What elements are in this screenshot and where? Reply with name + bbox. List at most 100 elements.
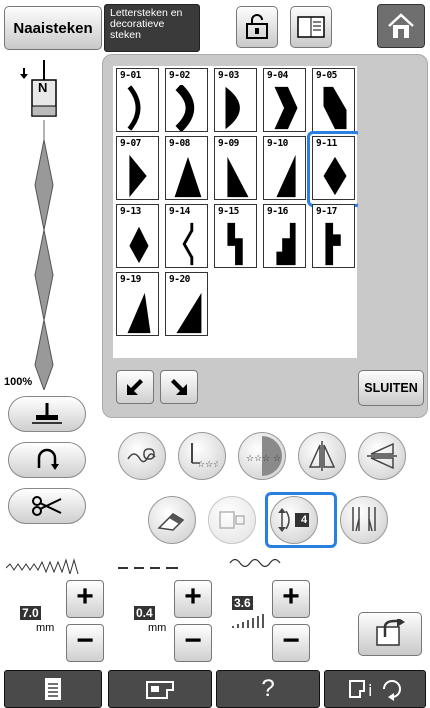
length-value: 0.4: [134, 604, 155, 622]
close-button-label: SLUITEN: [364, 381, 418, 395]
help-button[interactable]: ?: [216, 670, 320, 708]
stitch-cell[interactable]: 9-05: [312, 68, 355, 132]
stitch-number: 9-09: [218, 138, 239, 149]
stitch-cell[interactable]: 9-13: [116, 204, 159, 268]
stitch-pattern-icon: [175, 85, 195, 131]
foot-letter: N: [38, 80, 48, 95]
length-value-text: 0.4: [134, 606, 155, 620]
stitch-cell[interactable]: 9-16: [263, 204, 306, 268]
twin-needle-icon: [352, 507, 376, 532]
document-icon: [45, 678, 61, 700]
stitch-cell[interactable]: 9-17: [312, 204, 355, 268]
length-unit: mm: [148, 622, 167, 634]
close-button[interactable]: SLUITEN: [358, 370, 424, 406]
settings-button[interactable]: [4, 670, 102, 708]
needle-star-button[interactable]: ☆☆☆: [178, 432, 226, 480]
tab-naaisteken[interactable]: Naaisteken: [4, 6, 102, 50]
mirror-vertical-icon: [308, 441, 336, 471]
length-increase-button[interactable]: +: [174, 580, 212, 618]
stitch-number: 9-17: [316, 206, 337, 217]
tension-value: 3.6: [232, 594, 253, 612]
manual-icon: [297, 16, 325, 38]
stitch-number: 9-05: [316, 70, 337, 81]
arrow-down-right-icon: [171, 379, 187, 395]
star-toggle-button[interactable]: ☆☆☆ ☆: [238, 432, 286, 480]
stitch-cell[interactable]: 9-09: [214, 136, 257, 200]
length-decrease-button[interactable]: −: [174, 624, 212, 662]
stitch-pattern-icon: [174, 156, 202, 198]
mirror-horizontal-button[interactable]: [358, 432, 406, 480]
memory-button[interactable]: [358, 612, 422, 656]
tension-increase-button[interactable]: +: [272, 580, 310, 618]
presser-foot-button[interactable]: [8, 396, 86, 432]
scissors-icon: [32, 496, 62, 516]
elongation-button[interactable]: [208, 496, 256, 544]
stitch-cell[interactable]: 9-02: [165, 68, 208, 132]
stitch-pattern-icon: [276, 222, 296, 266]
stitch-pattern-icon: [276, 154, 296, 198]
tension-decrease-button[interactable]: −: [272, 624, 310, 662]
sewing-machine-icon: [146, 681, 174, 699]
length-indicator-icon: [118, 560, 180, 578]
presser-foot-indicator: N: [18, 60, 70, 120]
scroll-up-button[interactable]: [116, 370, 154, 404]
stitch-pattern-icon: [182, 222, 194, 266]
stitch-number: 9-15: [218, 206, 239, 217]
tab-lettersteken[interactable]: Lettersteken en decoratieve steken: [104, 4, 200, 52]
stitch-number: 9-10: [267, 138, 288, 149]
half-star-icon: ☆☆☆ ☆: [246, 436, 282, 476]
home-button[interactable]: [377, 4, 425, 48]
tension-bar-icon: [230, 612, 270, 635]
stitch-pattern-icon: [274, 86, 298, 130]
width-increase-button[interactable]: +: [66, 580, 104, 618]
stitch-cell[interactable]: 9-20: [165, 272, 208, 336]
presser-foot-icon: [32, 403, 62, 424]
eraser-icon: [157, 513, 185, 531]
tension-value-text: 3.6: [232, 596, 253, 610]
twin-needle-button[interactable]: [340, 496, 388, 544]
stitch-number: 9-16: [267, 206, 288, 217]
stitch-pattern-icon: [227, 222, 243, 266]
stitch-cell[interactable]: 9-14: [165, 204, 208, 268]
stitch-cell[interactable]: 9-15: [214, 204, 257, 268]
stitch-preview: [18, 120, 70, 392]
width-value: 7.0: [20, 604, 41, 622]
svg-text:☆☆☆ ☆: ☆☆☆ ☆: [246, 454, 281, 464]
lock-icon: [246, 14, 268, 39]
pocket-arrow-icon: [376, 619, 405, 646]
stitch-cell[interactable]: 9-10: [263, 136, 306, 200]
machine-info-button[interactable]: [108, 670, 212, 708]
stitch-number: 9-08: [169, 138, 190, 149]
tutorial-button[interactable]: i: [324, 670, 426, 708]
erase-button[interactable]: [148, 496, 196, 544]
stitch-number: 9-13: [120, 206, 141, 217]
stitch-pattern-icon: [225, 86, 240, 130]
manual-button[interactable]: [290, 6, 332, 48]
scroll-down-button[interactable]: [160, 370, 198, 404]
thread-cutter-button[interactable]: [8, 488, 86, 524]
mirror-horizontal-icon: [367, 442, 397, 470]
reverse-stitch-button[interactable]: [118, 432, 166, 480]
repeat-highlight: [265, 492, 337, 548]
stitch-pattern-icon: [129, 154, 147, 198]
needle-position-button[interactable]: [8, 442, 86, 478]
stitch-number: 9-03: [218, 70, 239, 81]
stitch-pattern-icon: [325, 222, 341, 266]
stitch-cell[interactable]: 9-07: [116, 136, 159, 200]
zoom-level: 100%: [4, 376, 33, 388]
stitch-cell[interactable]: 9-01: [116, 68, 159, 132]
stitch-cell[interactable]: 9-08: [165, 136, 208, 200]
stitch-cell[interactable]: 9-04: [263, 68, 306, 132]
stitch-cell[interactable]: 9-03: [214, 68, 257, 132]
width-decrease-button[interactable]: −: [66, 624, 104, 662]
machine-help-icon: i: [349, 680, 401, 701]
svg-text:i: i: [368, 681, 372, 700]
stitch-cell[interactable]: 9-19: [116, 272, 159, 336]
mirror-vertical-button[interactable]: [298, 432, 346, 480]
elongate-icon: [219, 511, 245, 529]
width-unit: mm: [36, 622, 55, 634]
needle-star-icon: ☆☆☆: [191, 443, 218, 470]
lock-button[interactable]: [236, 6, 278, 48]
stitch-pattern-icon: [227, 156, 249, 198]
stitch-grid-side: [358, 66, 422, 358]
